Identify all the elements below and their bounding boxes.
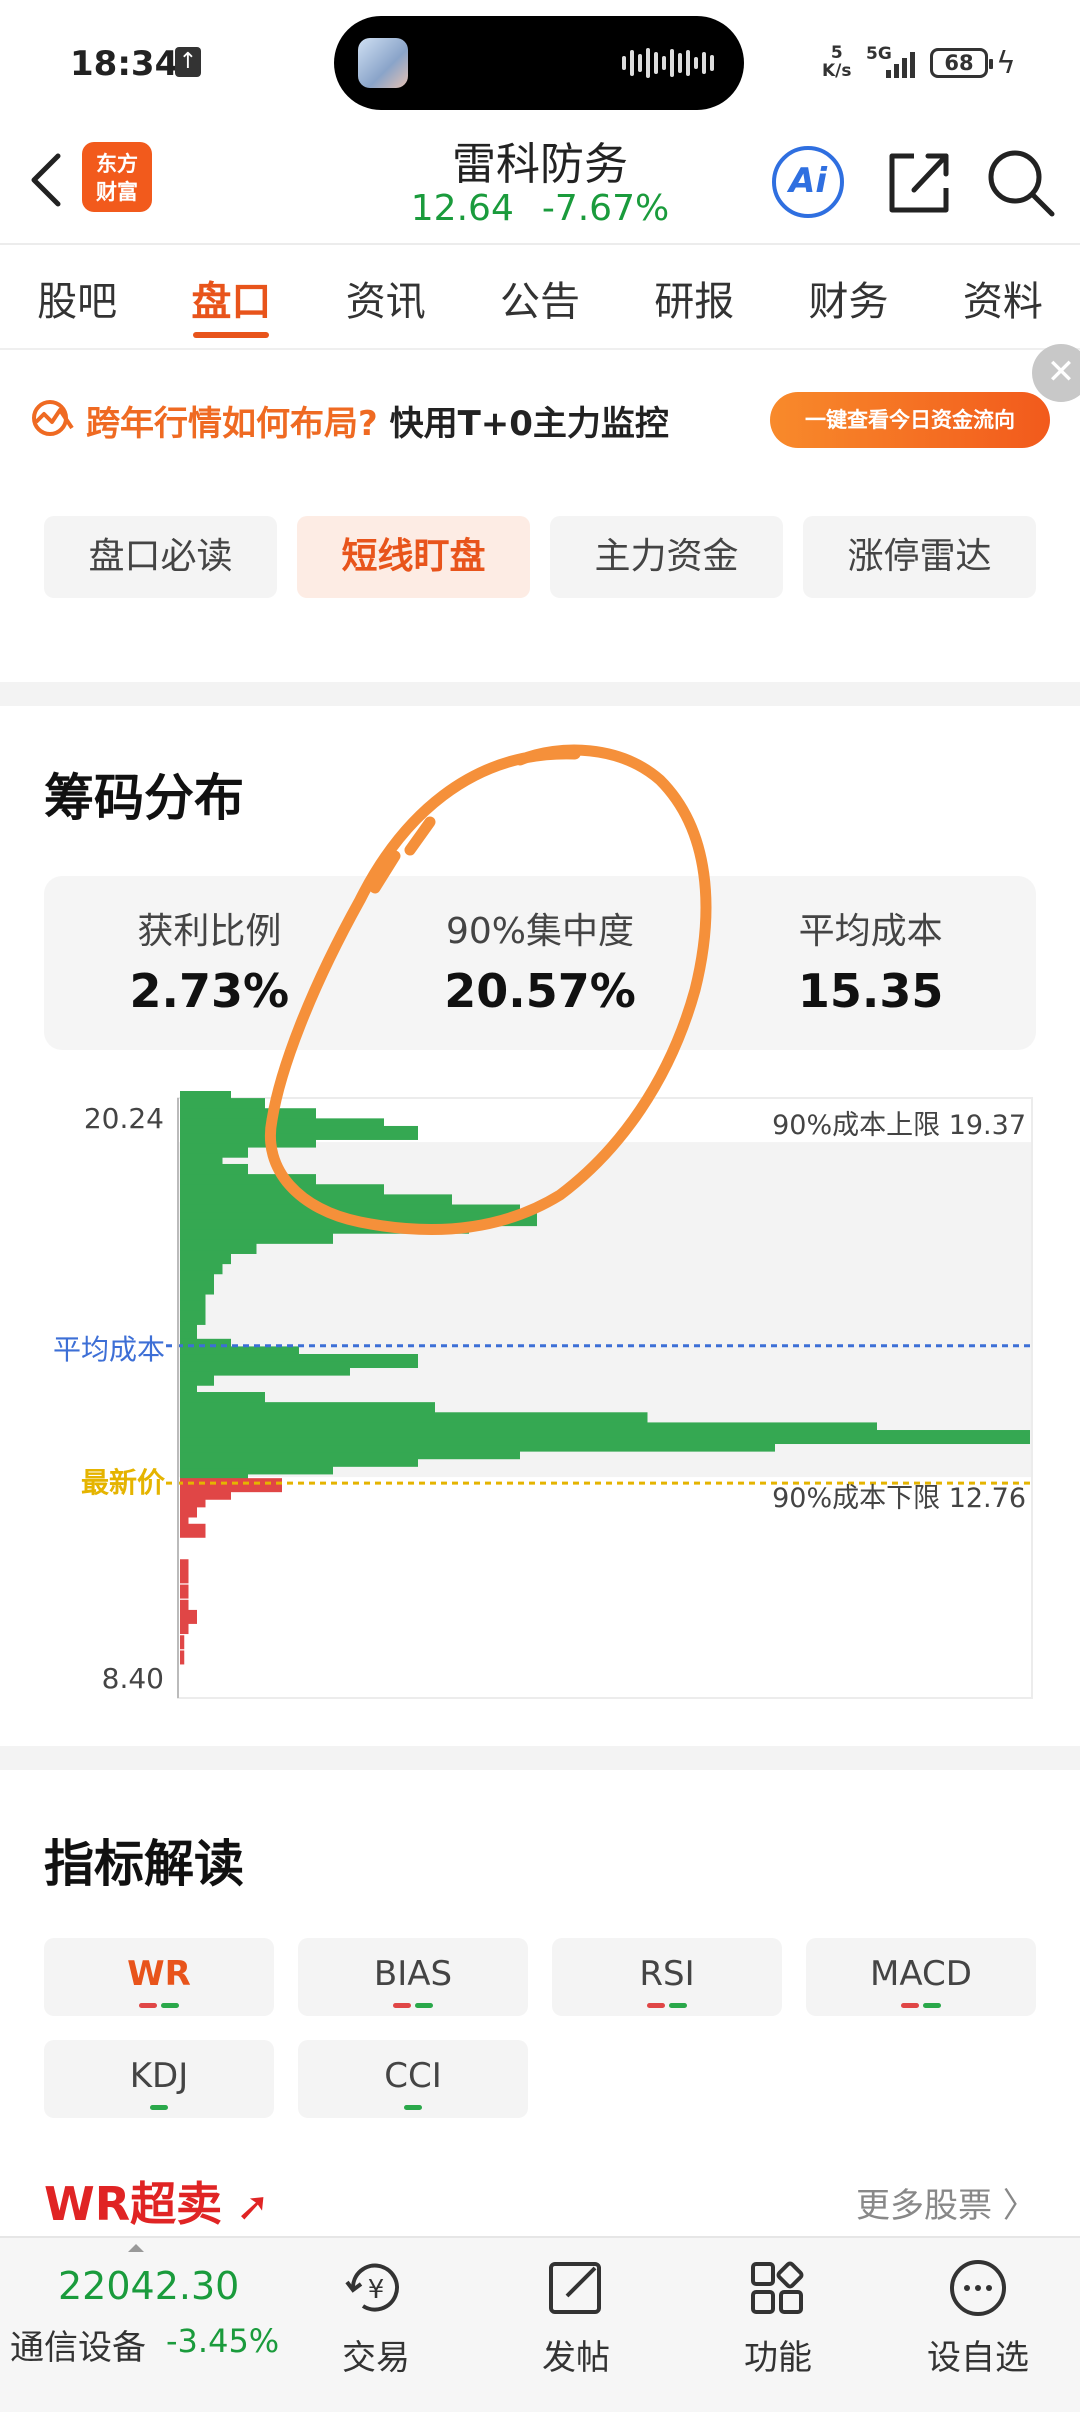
tab-finance[interactable]: 财务	[771, 245, 925, 348]
indicator-cci[interactable]: CCI	[298, 2040, 528, 2118]
audio-wave-icon	[622, 46, 714, 80]
subtab-must-read[interactable]: 盘口必读	[44, 516, 277, 598]
wr-oversold-title: WR超卖 ➚	[44, 2177, 270, 2231]
chip-bar	[180, 1620, 189, 1635]
expand-caret-icon[interactable]	[128, 2244, 144, 2252]
tab-research[interactable]: 研报	[617, 245, 771, 348]
up-arrow-icon: ➚	[222, 2184, 270, 2230]
indicator-kdj[interactable]: KDJ	[44, 2040, 274, 2118]
add-watchlist-button[interactable]: 设自选	[908, 2258, 1048, 2379]
chip-distribution-title: 筹码分布	[44, 769, 244, 827]
subtab-short-term[interactable]: 短线盯盘	[297, 516, 530, 598]
function-icon	[751, 2261, 804, 2314]
indicator-bias[interactable]: BIAS	[298, 1938, 528, 2016]
upload-icon: ↑	[175, 47, 201, 77]
status-bar: 18:34 ↑ 5 K/s 5G 68 ϟ	[0, 0, 1080, 120]
indicator-signal-dot	[901, 2003, 919, 2008]
indicator-macd[interactable]: MACD	[806, 1938, 1036, 2016]
indicator-signal-dot	[647, 2003, 665, 2008]
indicator-signal-dot	[161, 2003, 179, 2008]
stock-price: 12.64	[410, 188, 514, 229]
indicator-title: 指标解读	[44, 1835, 244, 1893]
charging-icon: ϟ	[996, 46, 1016, 81]
chip-distribution-chart[interactable]: 20.24 8.40 平均成本 最新价 90%成本上限 19.37 90%成本下…	[0, 1090, 1080, 1710]
bottom-bar: 22042.30 通信设备 -3.45% ¥ 交易 发帖 功能 设自选	[0, 2236, 1080, 2412]
stat-average-cost: 平均成本 15.35	[797, 911, 944, 1018]
chip-bar	[180, 1569, 189, 1584]
section-divider	[0, 1746, 1080, 1770]
cost-lower-label: 90%成本下限 12.76	[772, 1483, 1026, 1514]
indicator-signal-dot	[150, 2105, 168, 2110]
dynamic-island[interactable]	[334, 16, 744, 110]
main-tabs: 股吧 盘口 资讯 公告 研报 财务 资料	[0, 245, 1080, 350]
stock-change: -7.67%	[541, 188, 670, 229]
sub-tabs: 盘口必读 短线盯盘 主力资金 涨停雷达	[44, 516, 1036, 598]
stat-concentration: 90%集中度 20.57%	[444, 911, 636, 1018]
section-divider	[0, 682, 1080, 706]
stock-name: 雷科防务	[452, 139, 628, 190]
chip-bar	[180, 1523, 206, 1538]
stat-profit-ratio: 获利比例 2.73%	[129, 911, 290, 1018]
stock-quote: 12.64 -7.67%	[340, 188, 740, 229]
subtab-main-funds[interactable]: 主力资金	[550, 516, 783, 598]
net-speed: 5 K/s	[822, 43, 852, 81]
tab-profile[interactable]: 资料	[926, 245, 1080, 348]
share-icon[interactable]	[884, 144, 954, 220]
chip-plot: 90%成本上限 19.37 90%成本下限 12.76	[166, 1091, 1033, 1699]
app-logo[interactable]: 东方 财富	[82, 142, 152, 212]
tab-news[interactable]: 资讯	[309, 245, 463, 348]
fund-flow-button[interactable]: 一键查看今日资金流向	[770, 392, 1050, 448]
battery-icon: 68	[930, 48, 993, 78]
indicator-signal-dot	[415, 2003, 433, 2008]
more-stocks-link[interactable]: 更多股票 〉	[856, 2178, 1037, 2227]
function-button[interactable]: 功能	[708, 2258, 848, 2379]
indicator-rsi[interactable]: RSI	[552, 1938, 782, 2016]
subtab-limit-radar[interactable]: 涨停雷达	[803, 516, 1036, 598]
search-icon[interactable]	[982, 144, 1058, 220]
signal-icon	[886, 48, 915, 78]
tab-guba[interactable]: 股吧	[0, 245, 154, 348]
index-name[interactable]: 通信设备	[10, 2320, 146, 2369]
ai-assistant-icon[interactable]: Ai	[772, 146, 844, 218]
banner-text: 跨年行情如何布局? 快用T+0主力监控	[86, 404, 669, 444]
indicator-signal-dot	[669, 2003, 687, 2008]
status-time: 18:34	[70, 44, 179, 84]
indicator-signal-dot	[923, 2003, 941, 2008]
indicator-signal-dot	[139, 2003, 157, 2008]
trend-icon	[32, 400, 74, 436]
chip-bar	[180, 1650, 185, 1665]
indicator-signal-dot	[404, 2105, 422, 2110]
app-thumbnail-icon	[358, 38, 408, 88]
tab-announcements[interactable]: 公告	[463, 245, 617, 348]
cost-upper-label: 90%成本上限 19.37	[772, 1110, 1026, 1141]
chip-bar	[180, 1584, 189, 1599]
index-value[interactable]: 22042.30	[58, 2264, 239, 2308]
tab-pankou[interactable]: 盘口	[154, 245, 308, 348]
indicator-signal-dot	[393, 2003, 411, 2008]
stock-header: 东方 财富 雷科防务 12.64 -7.67% Ai	[0, 120, 1080, 245]
trade-button[interactable]: ¥ 交易	[306, 2258, 446, 2379]
trade-icon: ¥	[345, 2263, 399, 2312]
chip-bar	[180, 1635, 185, 1650]
post-icon	[549, 2262, 601, 2314]
post-button[interactable]: 发帖	[506, 2258, 646, 2379]
back-icon[interactable]	[22, 150, 72, 210]
index-change[interactable]: -3.45%	[166, 2322, 279, 2360]
add-watchlist-icon	[950, 2260, 1006, 2316]
promo-banner[interactable]: 跨年行情如何布局? 快用T+0主力监控 一键查看今日资金流向	[0, 352, 1080, 482]
chip-stats: 获利比例 2.73% 90%集中度 20.57% 平均成本 15.35	[44, 876, 1036, 1050]
svg-text:¥: ¥	[368, 2275, 385, 2305]
indicator-wr[interactable]: WR	[44, 1938, 274, 2016]
